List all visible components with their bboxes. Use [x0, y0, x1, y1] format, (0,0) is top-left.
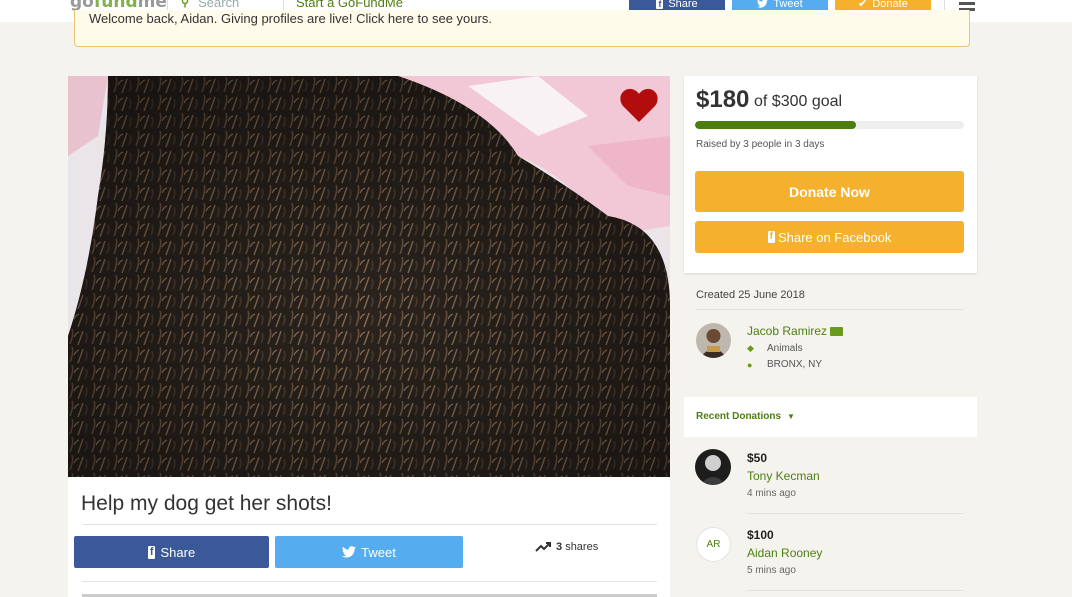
- recent-donations-label: Recent Donations: [696, 411, 782, 422]
- facebook-icon: f: [147, 545, 156, 559]
- progress-fill: [695, 121, 857, 129]
- share-on-facebook-button[interactable]: f Share on Facebook: [695, 221, 964, 253]
- divider: [747, 513, 964, 514]
- donor-name[interactable]: Aidan Rooney: [747, 546, 822, 560]
- campaign-tweet-label: Tweet: [361, 544, 396, 560]
- recent-donations-toggle[interactable]: Recent Donations ▼: [696, 411, 795, 422]
- progress-bar: [695, 121, 964, 129]
- envelope-icon[interactable]: [830, 326, 844, 336]
- campaign-title: Help my dog get her shots!: [81, 492, 332, 515]
- location-line: ● BRONX, NY: [747, 359, 822, 370]
- shares-count: 3 shares: [535, 541, 598, 553]
- organizer-avatar[interactable]: [696, 323, 731, 358]
- divider: [696, 309, 964, 310]
- tag-icon: ◆: [747, 343, 754, 353]
- welcome-banner-text: Welcome back, Aidan. Giving profiles are…: [89, 11, 492, 26]
- category-label[interactable]: Animals: [767, 343, 803, 354]
- raised-amount: $180: [696, 86, 750, 113]
- donation-amount: $100: [747, 528, 774, 542]
- donation-time: 5 mins ago: [747, 565, 796, 576]
- donate-now-button[interactable]: Donate Now: [695, 171, 964, 212]
- divider: [82, 524, 657, 525]
- campaign-tweet-button[interactable]: Tweet: [275, 536, 463, 568]
- shares-word: shares: [565, 541, 599, 553]
- created-date: Created 25 June 2018: [696, 289, 805, 301]
- donation-time: 4 mins ago: [747, 488, 796, 499]
- location-label: BRONX, NY: [767, 359, 823, 370]
- share-on-facebook-label: Share on Facebook: [777, 229, 892, 245]
- campaign-share-button[interactable]: f Share: [74, 536, 269, 568]
- donation-amount: $50: [747, 451, 768, 465]
- donor-initials-avatar: AR: [696, 527, 731, 562]
- donor-name[interactable]: Tony Kecman: [747, 469, 820, 483]
- organizer-link[interactable]: Jacob Ramirez: [747, 324, 844, 338]
- twitter-icon: [757, 0, 769, 8]
- category-line: ◆ Animals: [747, 343, 803, 354]
- campaign-share-label: Share: [160, 544, 196, 560]
- favorite-heart-icon[interactable]: [620, 88, 658, 122]
- search-link[interactable]: ⚲ Search: [181, 0, 239, 10]
- donor-avatar: [695, 449, 731, 485]
- header-donate-label: Donate: [872, 0, 908, 10]
- search-label: Search: [198, 0, 240, 10]
- dog-fur-image: [68, 76, 670, 477]
- shares-number: 3: [556, 541, 563, 553]
- check-icon: ✔: [858, 0, 868, 10]
- search-icon: ⚲: [181, 0, 190, 9]
- header-share-label: Share: [668, 0, 698, 10]
- organizer-name: Jacob Ramirez: [747, 324, 828, 338]
- caret-down-icon: ▼: [787, 412, 795, 421]
- map-pin-icon: ●: [747, 359, 753, 370]
- facebook-icon: f: [656, 0, 664, 9]
- divider: [747, 590, 964, 591]
- campaign-photo: [68, 76, 670, 477]
- facebook-icon: f: [767, 231, 775, 243]
- welcome-banner[interactable]: Welcome back, Aidan. Giving profiles are…: [74, 10, 970, 47]
- raised-by-text: Raised by 3 people in 3 days: [696, 139, 825, 150]
- goal-amount: of $300 goal: [754, 93, 843, 110]
- trending-up-icon: [535, 542, 551, 552]
- divider: [82, 581, 657, 582]
- header-tweet-label: Tweet: [773, 0, 803, 10]
- start-gofundme-link[interactable]: Start a GoFundMe: [296, 0, 403, 10]
- twitter-icon: [342, 546, 357, 558]
